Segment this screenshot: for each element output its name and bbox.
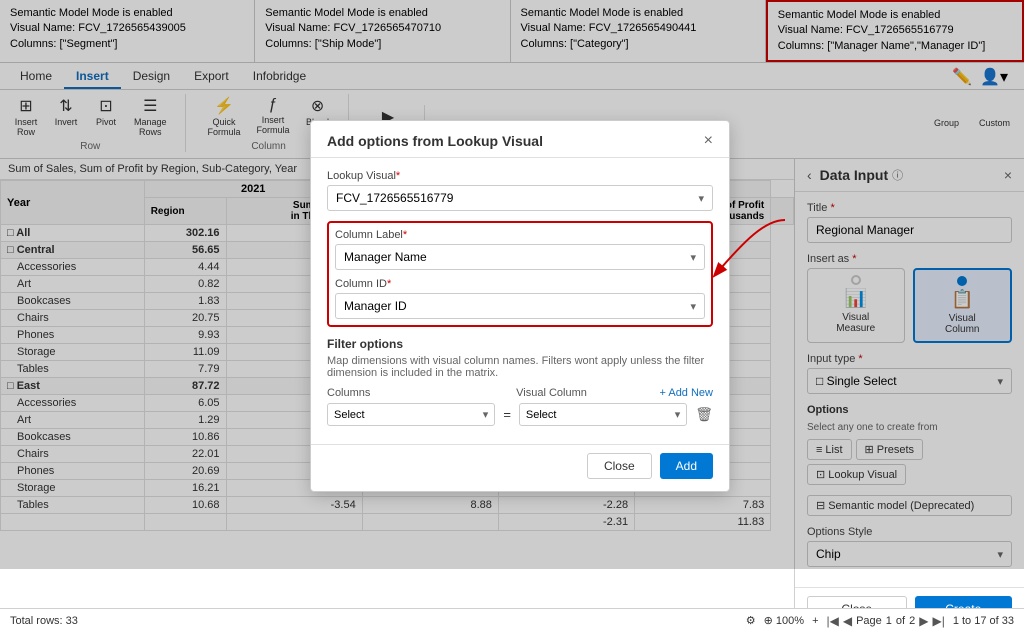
panel-footer: Close Create xyxy=(795,587,1024,608)
page-nav: |◀ ◀ Page 1 of 2 ▶ ▶| xyxy=(827,614,945,628)
column-id-value: Manager ID xyxy=(344,299,407,313)
column-id-select[interactable]: Manager ID ▾ xyxy=(335,293,705,319)
status-bar: Total rows: 33 ⚙ ⊕ 100% + |◀ ◀ Page 1 of… xyxy=(0,608,1024,632)
lookup-visual-chevron: ▾ xyxy=(698,192,704,205)
dialog-title: Add options from Lookup Visual xyxy=(327,133,543,149)
column-label-label: Column Label* xyxy=(335,229,705,241)
dialog-body: Lookup Visual* FCV_1726565516779 ▾ Colum… xyxy=(311,158,729,444)
dialog-close-button[interactable]: × xyxy=(704,133,713,149)
filter-visual-select[interactable]: Select ▾ xyxy=(519,403,687,426)
zoom-level: ⊕ 100% xyxy=(764,614,804,627)
dialog-add-btn[interactable]: Add xyxy=(660,453,713,479)
column-label-select[interactable]: Manager Name ▾ xyxy=(335,244,705,270)
page-first-button[interactable]: |◀ xyxy=(827,614,839,628)
dialog-header: Add options from Lookup Visual × xyxy=(311,121,729,158)
page-next-button[interactable]: ▶ xyxy=(919,614,928,628)
lookup-visual-value: FCV_1726565516779 xyxy=(336,191,453,205)
filter-row: Select ▾ = Select ▾ 🗑 xyxy=(327,403,713,426)
row-range: 1 to 17 of 33 xyxy=(953,615,1014,627)
column-label-inner: Column Label* Manager Name ▾ xyxy=(335,229,705,270)
column-id-label: Column ID* xyxy=(335,278,705,290)
filter-visual-value: Select xyxy=(526,409,557,421)
column-id-chevron: ▾ xyxy=(690,300,696,313)
column-label-value: Manager Name xyxy=(344,250,427,264)
visual-column-header-label: Visual Column xyxy=(516,387,655,399)
dialog-close-btn[interactable]: Close xyxy=(587,453,652,479)
filter-options-desc: Map dimensions with visual column names.… xyxy=(327,355,713,379)
page-last-button[interactable]: ▶| xyxy=(932,614,944,628)
page-of-label: of xyxy=(896,615,905,627)
panel-close-button-footer[interactable]: Close xyxy=(807,596,907,608)
column-label-chevron: ▾ xyxy=(690,251,696,264)
page-label: Page xyxy=(856,615,882,627)
filter-columns-select[interactable]: Select ▾ xyxy=(327,403,495,426)
filter-delete-button[interactable]: 🗑 xyxy=(695,406,713,423)
status-right: ⚙ ⊕ 100% + |◀ ◀ Page 1 of 2 ▶ ▶| 1 to 17… xyxy=(746,614,1014,628)
page-total: 2 xyxy=(909,615,915,627)
total-rows-label: Total rows: 33 xyxy=(10,615,78,627)
lookup-visual-group: Lookup Visual* FCV_1726565516779 ▾ xyxy=(327,170,713,211)
settings-icon[interactable]: ⚙ xyxy=(746,614,756,627)
lookup-visual-select[interactable]: FCV_1726565516779 ▾ xyxy=(327,185,713,211)
page-current: 1 xyxy=(886,615,892,627)
lookup-visual-label: Lookup Visual* xyxy=(327,170,713,182)
add-new-link[interactable]: + Add New xyxy=(659,387,713,399)
add-options-dialog: Add options from Lookup Visual × Lookup … xyxy=(310,120,730,492)
filter-columns-chevron: ▾ xyxy=(483,408,489,421)
page-prev-button[interactable]: ◀ xyxy=(843,614,852,628)
column-label-group: Column Label* Manager Name ▾ Column ID* … xyxy=(327,221,713,327)
filter-equals-sign: = xyxy=(503,407,511,422)
panel-create-button[interactable]: Create xyxy=(915,596,1013,608)
dialog-footer: Close Add xyxy=(311,444,729,491)
filter-visual-chevron: ▾ xyxy=(675,408,681,421)
filter-columns-header: Columns Visual Column + Add New xyxy=(327,387,713,399)
filter-columns-value: Select xyxy=(334,409,365,421)
filter-options-title: Filter options xyxy=(327,337,713,351)
zoom-icon[interactable]: + xyxy=(812,615,818,627)
columns-header-label: Columns xyxy=(327,387,466,399)
column-id-group: Column ID* Manager ID ▾ xyxy=(335,278,705,319)
